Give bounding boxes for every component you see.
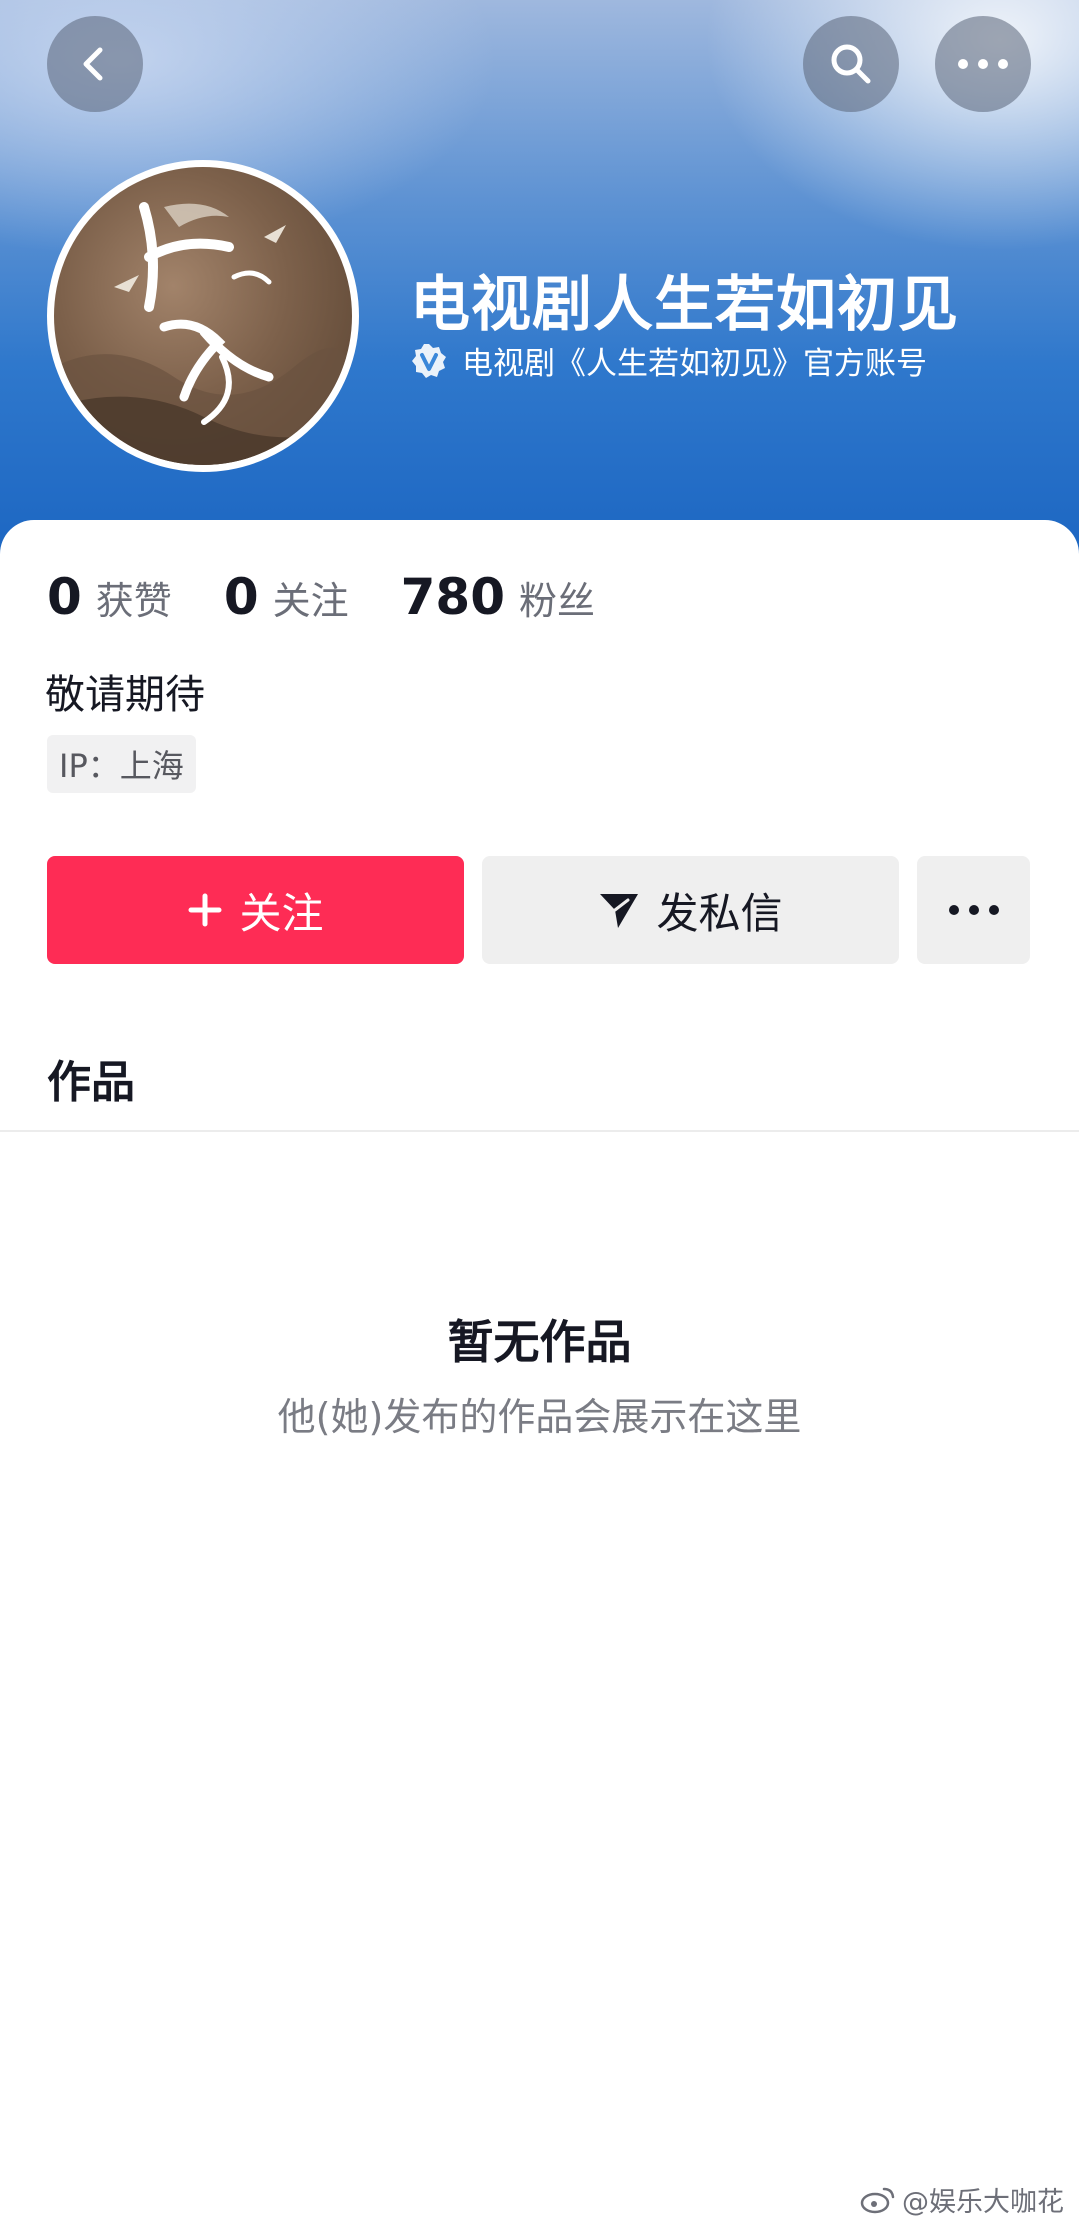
verification-row: 电视剧《人生若如初见》官方账号 — [410, 338, 927, 383]
more-horizontal-icon — [958, 59, 1008, 69]
verification-text: 电视剧《人生若如初见》官方账号 — [462, 346, 927, 382]
profile-panel: 0 获赞 0 关注 780 粉丝 敬请期待 IP：上海 关注 发私信 作品 暂无… — [0, 520, 1079, 2227]
likes-label: 获赞 — [95, 579, 172, 623]
paper-plane-icon — [600, 894, 639, 928]
following-count[interactable]: 0 — [224, 568, 259, 626]
search-button[interactable] — [803, 16, 899, 112]
empty-state-title: 暂无作品 — [447, 1315, 632, 1369]
send-message-label: 发私信 — [656, 888, 783, 938]
profile-header: 电视剧人生若如初见 电视剧《人生若如初见》官方账号 — [0, 0, 1079, 560]
avatar-artwork — [54, 202, 352, 465]
follow-button[interactable]: 关注 — [47, 856, 464, 964]
plus-icon — [188, 893, 222, 927]
search-icon — [831, 44, 871, 84]
bio-text: 敬请期待 — [45, 672, 205, 718]
send-message-button[interactable]: 发私信 — [482, 856, 899, 964]
tab-divider — [0, 1130, 1079, 1132]
followers-count[interactable]: 780 — [401, 568, 505, 626]
stats-row: 0 获赞 0 关注 780 粉丝 — [47, 568, 647, 626]
follow-button-label: 关注 — [239, 888, 324, 938]
more-actions-button[interactable] — [917, 856, 1030, 964]
weibo-logo-icon — [860, 2187, 895, 2213]
watermark: @娱乐大咖花 — [860, 2180, 1064, 2219]
following-label[interactable]: 关注 — [273, 570, 349, 625]
tab-works[interactable]: 作品 — [47, 1046, 135, 1110]
more-options-button[interactable] — [935, 16, 1031, 112]
verified-badge-icon — [412, 343, 446, 378]
account-title: 电视剧人生若如初见 — [410, 270, 959, 340]
more-horizontal-icon — [948, 905, 999, 915]
followers-label[interactable]: 粉丝 — [519, 570, 595, 625]
back-chevron-icon — [83, 47, 103, 81]
avatar[interactable] — [47, 160, 359, 472]
empty-state-description: 他(她)发布的作品会展示在这里 — [277, 1395, 802, 1439]
watermark-text: @娱乐大咖花 — [902, 2187, 1064, 2218]
likes-count: 0 — [47, 568, 82, 626]
ip-location-tag: IP：上海 — [47, 735, 196, 793]
back-button[interactable] — [47, 16, 143, 112]
